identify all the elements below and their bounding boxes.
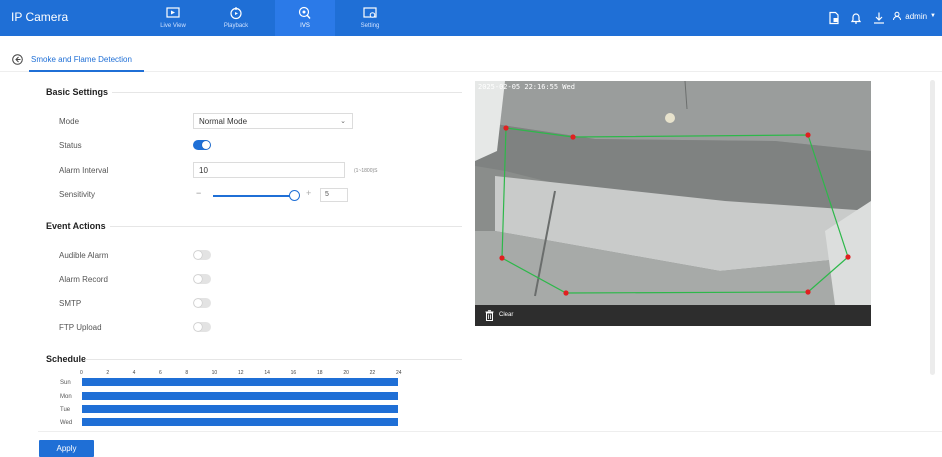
- ivs-icon: [298, 6, 311, 19]
- region-point[interactable]: [503, 125, 509, 131]
- status-toggle[interactable]: [193, 140, 211, 150]
- day-label: Tue: [60, 407, 71, 413]
- ftp-upload-toggle[interactable]: [193, 322, 211, 332]
- alarm-interval-input[interactable]: 10: [193, 162, 345, 178]
- mode-value: Normal Mode: [199, 117, 248, 126]
- sensitivity-slider-track[interactable]: [213, 195, 295, 197]
- user-menu[interactable]: admin ▼: [892, 11, 936, 21]
- toggle-knob: [194, 275, 202, 283]
- alarm-record-label: Alarm Record: [59, 275, 108, 284]
- clear-button[interactable]: Clear: [499, 312, 513, 318]
- status-label: Status: [59, 141, 82, 150]
- section-divider: [112, 92, 462, 93]
- nav-setting[interactable]: Setting: [340, 0, 400, 36]
- live-view-icon: [166, 7, 180, 18]
- chevron-down-icon: ⌄: [340, 118, 346, 125]
- nav-label: Setting: [360, 23, 380, 29]
- download-icon[interactable]: [872, 11, 886, 25]
- user-icon: [893, 11, 902, 21]
- detection-region[interactable]: [475, 81, 871, 305]
- snapshot-icon[interactable]: [827, 11, 841, 25]
- camera-timestamp: 2025-02-05 22:16:55 Wed: [478, 83, 575, 91]
- toggle-knob: [194, 323, 202, 331]
- camera-toolbar: Clear: [475, 305, 871, 326]
- nav-live-view[interactable]: Live View: [143, 0, 203, 36]
- toggle-knob: [202, 141, 210, 149]
- setting-icon: [363, 7, 377, 18]
- smtp-toggle[interactable]: [193, 298, 211, 308]
- chevron-down-icon: ▼: [930, 13, 936, 19]
- sensitivity-increase[interactable]: +: [306, 188, 311, 198]
- region-point[interactable]: [563, 290, 569, 296]
- sensitivity-decrease[interactable]: −: [196, 188, 201, 198]
- section-divider: [85, 359, 462, 360]
- nav-ivs[interactable]: IVS: [275, 0, 335, 36]
- region-point[interactable]: [845, 254, 851, 260]
- nav-playback[interactable]: Playback: [206, 0, 266, 36]
- region-point[interactable]: [570, 134, 576, 140]
- hour-tick-label: 16: [290, 370, 297, 376]
- hour-tick-label: 0: [80, 370, 83, 376]
- hour-tick-label: 12: [238, 370, 244, 376]
- mode-label: Mode: [59, 117, 80, 126]
- ftp-upload-label: FTP Upload: [59, 323, 102, 332]
- hour-tick-label: 20: [343, 370, 349, 376]
- section-basic-settings: Basic Settings: [46, 87, 109, 97]
- toggle-knob: [194, 299, 202, 307]
- apply-button[interactable]: Apply: [39, 440, 94, 457]
- toggle-knob: [194, 251, 202, 259]
- footer-divider: [38, 431, 942, 432]
- playback-icon: [230, 7, 242, 20]
- hour-tick-label: 14: [264, 370, 270, 376]
- sensitivity-label: Sensitivity: [59, 190, 96, 199]
- hour-tick-label: 22: [369, 370, 376, 376]
- app-title: IP Camera: [11, 10, 69, 24]
- sensitivity-value[interactable]: 5: [320, 188, 348, 202]
- trash-icon[interactable]: [485, 310, 494, 321]
- back-icon[interactable]: [12, 54, 23, 65]
- nav-label: IVS: [300, 23, 310, 29]
- alarm-interval-hint: (1~1800)S: [354, 168, 378, 174]
- hour-tick-label: 18: [317, 370, 323, 376]
- section-divider: [110, 226, 462, 227]
- alarm-interval-label: Alarm Interval: [59, 166, 109, 175]
- schedule-bar[interactable]: [82, 418, 398, 426]
- hour-tick-label: 2: [106, 370, 110, 376]
- audible-alarm-toggle[interactable]: [193, 250, 211, 260]
- mode-select[interactable]: Normal Mode ⌄: [193, 113, 353, 129]
- day-label: Wed: [60, 420, 73, 426]
- nav-label: Playback: [223, 23, 249, 29]
- schedule-bar[interactable]: [82, 392, 398, 400]
- day-label: Sun: [60, 380, 71, 386]
- audible-alarm-label: Audible Alarm: [59, 251, 109, 260]
- region-point[interactable]: [805, 289, 811, 295]
- section-event-actions: Event Actions: [46, 221, 106, 231]
- hour-tick-label: 24: [396, 370, 402, 376]
- hour-tick-label: 10: [211, 370, 218, 376]
- scrollbar[interactable]: [930, 80, 935, 375]
- smtp-label: SMTP: [59, 299, 82, 308]
- top-bar: IP Camera Live View Playback IVS Setting…: [0, 0, 942, 36]
- tab-smoke-flame[interactable]: Smoke and Flame Detection: [31, 55, 132, 64]
- region-point[interactable]: [499, 255, 505, 261]
- sensitivity-slider-handle[interactable]: [289, 190, 300, 201]
- bell-icon[interactable]: [849, 11, 863, 25]
- tab-underline: [29, 70, 144, 72]
- hour-tick-label: 8: [185, 370, 189, 376]
- hour-tick-label: 6: [159, 370, 162, 376]
- username: admin: [905, 11, 928, 21]
- schedule-bar[interactable]: [82, 378, 398, 386]
- day-label: Mon: [60, 394, 72, 400]
- region-point[interactable]: [805, 132, 811, 138]
- section-schedule: Schedule: [46, 354, 87, 364]
- camera-preview[interactable]: [475, 81, 871, 305]
- nav-label: Live View: [160, 23, 186, 29]
- alarm-record-toggle[interactable]: [193, 274, 211, 284]
- schedule-bar[interactable]: [82, 405, 398, 413]
- hour-tick-label: 4: [132, 370, 136, 376]
